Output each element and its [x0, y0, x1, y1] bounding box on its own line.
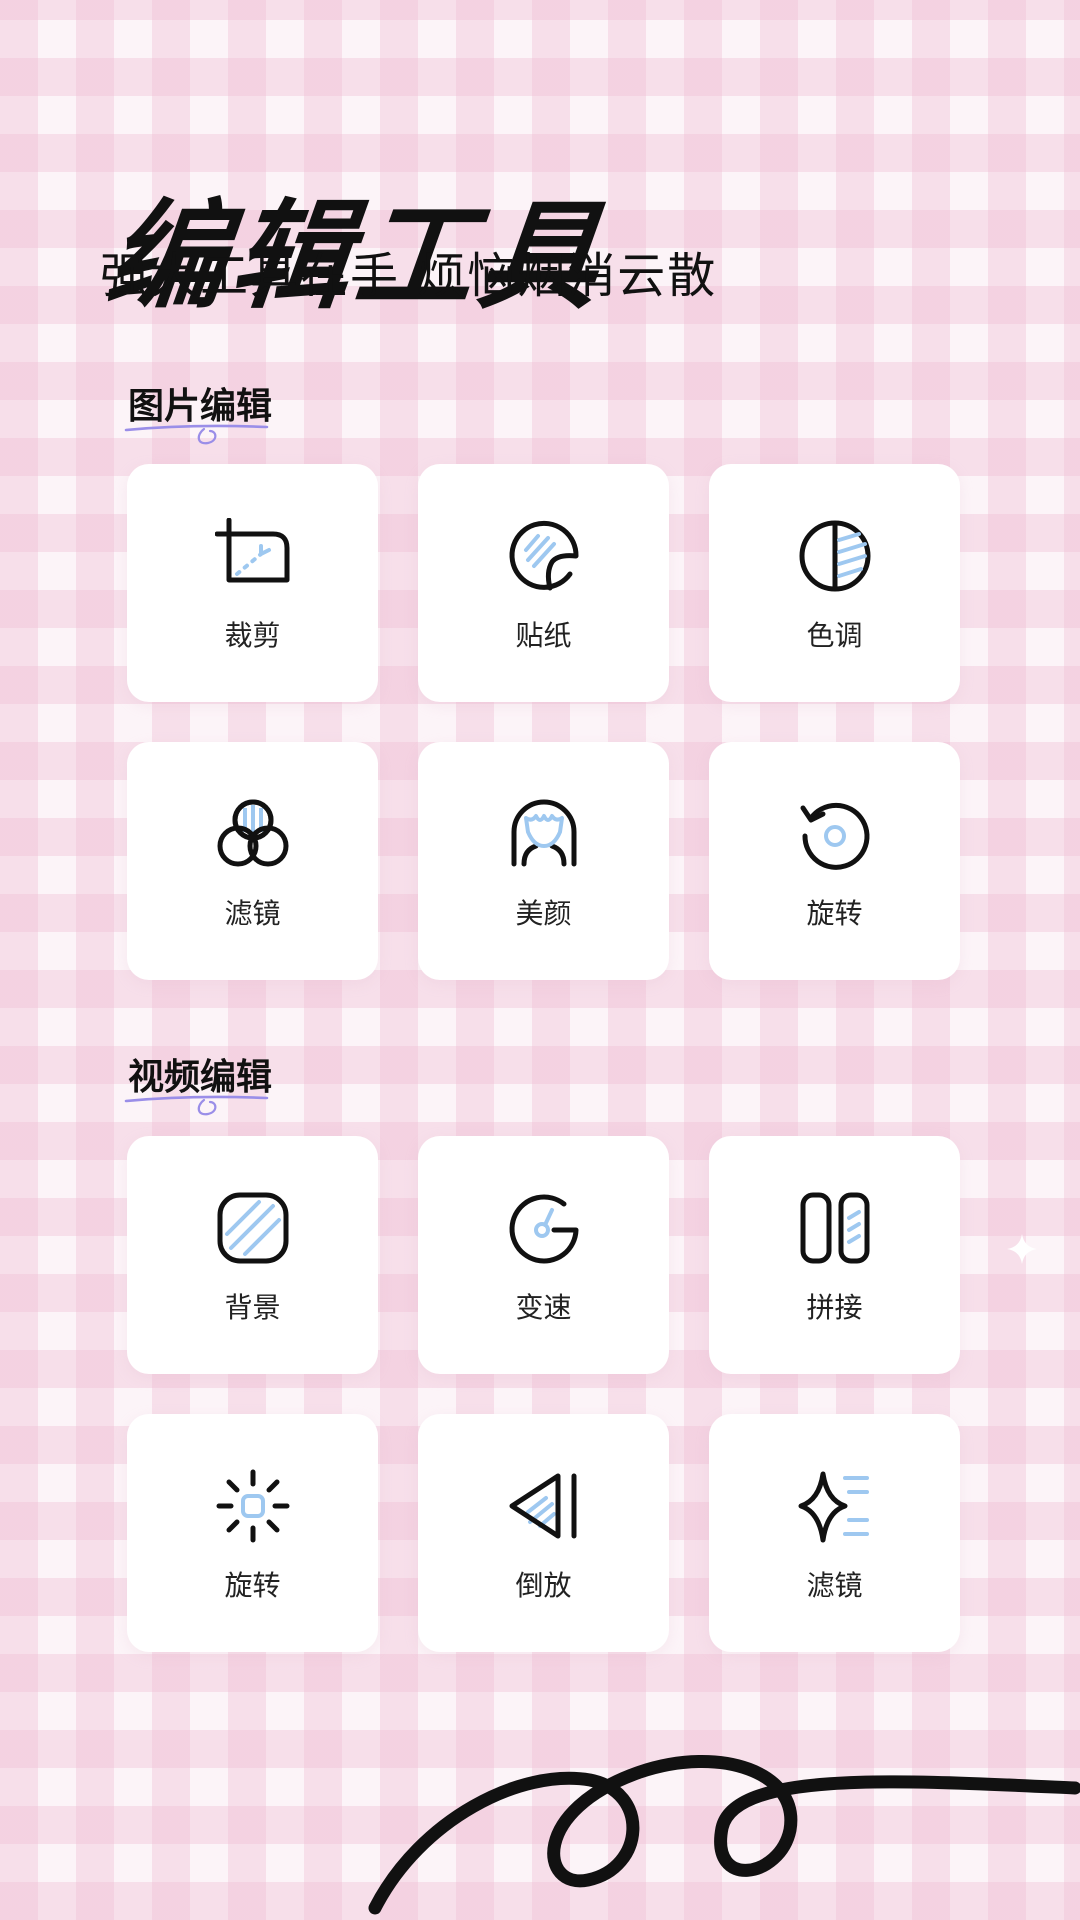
- squiggle-decoration: [368, 1755, 1080, 1915]
- tool-label: 旋转: [224, 1569, 281, 1602]
- tool-card-sparkle-filter[interactable]: 滤镜: [709, 1414, 960, 1652]
- sparkle-filter-icon: [798, 1471, 869, 1543]
- tool-label: 滤镜: [806, 1569, 863, 1602]
- tool-card-sticker[interactable]: 贴纸: [418, 464, 669, 702]
- filter-icon: [217, 799, 288, 867]
- page-subtitle: 强大工具在手 烦恼烟消云散: [100, 248, 718, 304]
- section-underline-decoration: [124, 424, 269, 445]
- photo-tools-grid: 裁剪 贴纸 色调 滤镜 美颜 旋转: [127, 464, 960, 980]
- section-underline-decoration: [124, 1095, 269, 1116]
- tool-label: 背景: [224, 1291, 281, 1324]
- tool-label: 裁剪: [224, 619, 281, 652]
- video-tools-grid: 背景 变速 拼接 旋转 倒放 滤镜: [127, 1136, 960, 1652]
- tool-card-beauty[interactable]: 美颜: [418, 742, 669, 980]
- section-title-video-edit: 视频编辑: [128, 1057, 273, 1098]
- reverse-icon: [509, 1473, 576, 1539]
- tool-card-speed[interactable]: 变速: [418, 1136, 669, 1374]
- tool-label: 倒放: [515, 1569, 572, 1602]
- speed-icon: [509, 1194, 578, 1264]
- tool-label: 旋转: [806, 897, 863, 930]
- splice-icon: [800, 1192, 869, 1264]
- tool-card-brightness[interactable]: 旋转: [127, 1414, 378, 1652]
- tool-card-splice[interactable]: 拼接: [709, 1136, 960, 1374]
- tool-card-tone[interactable]: 色调: [709, 464, 960, 702]
- tool-label: 拼接: [806, 1291, 863, 1324]
- sticker-icon: [509, 520, 579, 591]
- section-title-photo-edit: 图片编辑: [128, 386, 273, 427]
- tool-label: 变速: [515, 1291, 572, 1324]
- tool-card-filter[interactable]: 滤镜: [127, 742, 378, 980]
- brightness-icon: [216, 1469, 289, 1543]
- crop-icon: [214, 518, 289, 583]
- tool-label: 美颜: [515, 897, 572, 930]
- tool-card-reverse[interactable]: 倒放: [418, 1414, 669, 1652]
- tool-card-crop[interactable]: 裁剪: [127, 464, 378, 702]
- sparkle-decoration-icon: [1007, 1234, 1037, 1264]
- tool-card-rotate[interactable]: 旋转: [709, 742, 960, 980]
- rotate-icon: [800, 802, 869, 870]
- tool-label: 贴纸: [515, 619, 572, 652]
- tone-icon: [799, 520, 870, 592]
- beauty-icon: [511, 799, 576, 867]
- background-icon: [217, 1192, 288, 1264]
- tool-label: 色调: [806, 619, 863, 652]
- tool-card-background[interactable]: 背景: [127, 1136, 378, 1374]
- tool-label: 滤镜: [224, 897, 281, 930]
